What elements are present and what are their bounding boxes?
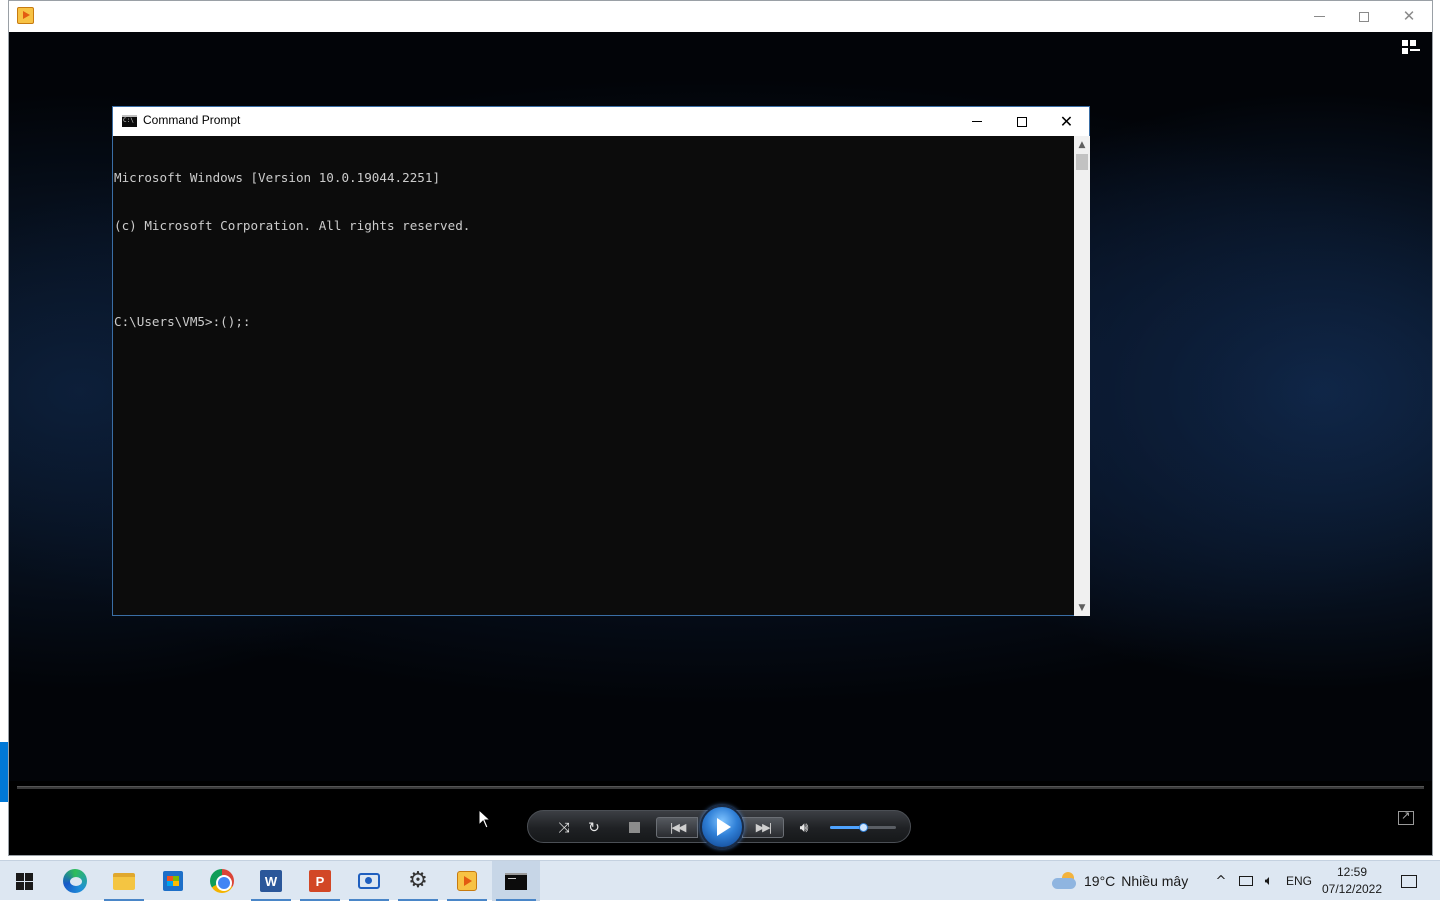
folder-icon — [113, 872, 135, 890]
partly-cloudy-icon — [1052, 872, 1078, 890]
clock-time: 12:59 — [1336, 865, 1368, 879]
maximize-button[interactable] — [1341, 1, 1387, 32]
shuffle-icon[interactable]: ⤨ — [550, 811, 578, 844]
weather-widget[interactable]: 19°C Nhiều mây — [1052, 861, 1188, 901]
scroll-down-icon[interactable]: ▼ — [1074, 599, 1090, 616]
console-prompt-line: C:\Users\VM5>:();: — [114, 314, 251, 329]
desktop-edge-right — [1432, 0, 1440, 860]
clock-date: 07/12/2022 — [1321, 882, 1383, 896]
cmd-icon — [505, 872, 527, 890]
scroll-thumb[interactable] — [1076, 154, 1088, 170]
edge-icon — [63, 869, 87, 893]
taskbar-edge[interactable] — [51, 861, 99, 901]
play-icon — [717, 818, 731, 836]
cmd-icon — [122, 115, 137, 127]
scroll-up-icon[interactable]: ▲ — [1074, 136, 1090, 153]
cmd-maximize-button[interactable] — [999, 107, 1044, 136]
volume-slider[interactable] — [830, 823, 896, 832]
powerpoint-icon: P — [309, 870, 331, 892]
media-player-icon — [457, 871, 477, 891]
desktop-accent — [0, 742, 8, 802]
taskbar-media-player[interactable] — [443, 861, 491, 901]
taskbar-chrome[interactable] — [198, 861, 246, 901]
minimize-icon — [1313, 16, 1325, 17]
taskbar-settings[interactable]: ⚙ — [394, 861, 442, 901]
close-icon: ✕ — [1402, 7, 1416, 25]
word-icon: W — [260, 870, 282, 892]
media-player-window: ✕ Command Prompt ✕ — [8, 0, 1433, 856]
taskbar-command-prompt[interactable] — [492, 861, 540, 901]
volume-icon[interactable]: 🔊︎ — [790, 811, 818, 844]
minimize-button[interactable] — [1296, 1, 1342, 32]
windows-logo-icon — [15, 872, 33, 890]
store-icon — [163, 871, 183, 891]
seek-bar[interactable] — [17, 786, 1424, 789]
chevron-up-icon[interactable]: ^ — [1212, 861, 1230, 901]
maximize-icon — [1359, 11, 1369, 22]
taskbar-snipping-tool[interactable] — [345, 861, 393, 901]
taskbar-powerpoint[interactable]: P — [296, 861, 344, 901]
cmd-titlebar[interactable]: Command Prompt ✕ — [113, 107, 1089, 136]
speaker-icon[interactable]: 🔈︎ — [1259, 861, 1279, 901]
switch-to-now-playing-icon[interactable] — [1398, 809, 1414, 825]
media-player-titlebar[interactable]: ✕ — [9, 1, 1432, 32]
cmd-close-button[interactable]: ✕ — [1044, 107, 1089, 136]
close-button[interactable]: ✕ — [1386, 1, 1432, 32]
media-player-icon — [17, 7, 34, 24]
taskbar: W P ⚙ 19°C Nhiều mây ^ 🔈︎ ENG 12:59 07/1… — [0, 860, 1440, 901]
desktop-edge — [0, 0, 8, 860]
playback-controls: ⤨ ↻ |◀◀ ▶▶| 🔊︎ — [527, 805, 911, 849]
weather-temperature: 19°C — [1084, 873, 1116, 889]
maximize-icon — [1016, 116, 1027, 127]
weather-condition: Nhiều mây — [1121, 873, 1189, 889]
video-area[interactable]: Command Prompt ✕ Microsoft Windows [Vers… — [9, 32, 1432, 781]
command-prompt-window: Command Prompt ✕ Microsoft Windows [Vers… — [112, 106, 1090, 616]
minimize-icon — [971, 121, 982, 122]
stop-icon[interactable] — [620, 811, 648, 844]
volume-thumb[interactable] — [859, 823, 868, 832]
console-line: (c) Microsoft Corporation. All rights re… — [114, 218, 471, 233]
console-line: Microsoft Windows [Version 10.0.19044.22… — [114, 170, 441, 185]
previous-icon[interactable]: |◀◀ — [656, 817, 698, 838]
cmd-minimize-button[interactable] — [954, 107, 999, 136]
next-icon[interactable]: ▶▶| — [742, 817, 784, 838]
cmd-title: Command Prompt — [143, 113, 241, 127]
taskbar-word[interactable]: W — [247, 861, 295, 901]
chrome-icon — [210, 869, 234, 893]
clock[interactable]: 12:59 07/12/2022 — [1318, 864, 1386, 898]
taskbar-file-explorer[interactable] — [100, 861, 148, 901]
language-indicator[interactable]: ENG — [1284, 861, 1314, 901]
camera-icon — [358, 873, 380, 889]
repeat-icon[interactable]: ↻ — [580, 811, 608, 844]
play-button[interactable] — [700, 805, 744, 849]
taskbar-store[interactable] — [149, 861, 197, 901]
cmd-scrollbar[interactable]: ▲ ▼ — [1074, 136, 1090, 616]
switch-to-library-icon[interactable] — [1402, 40, 1420, 56]
close-icon: ✕ — [1059, 111, 1074, 131]
network-icon[interactable] — [1236, 861, 1256, 901]
console-output[interactable]: Microsoft Windows [Version 10.0.19044.22… — [113, 136, 1074, 616]
notification-icon[interactable] — [1394, 861, 1424, 901]
start-button[interactable] — [0, 861, 48, 901]
gear-icon: ⚙ — [408, 868, 428, 893]
